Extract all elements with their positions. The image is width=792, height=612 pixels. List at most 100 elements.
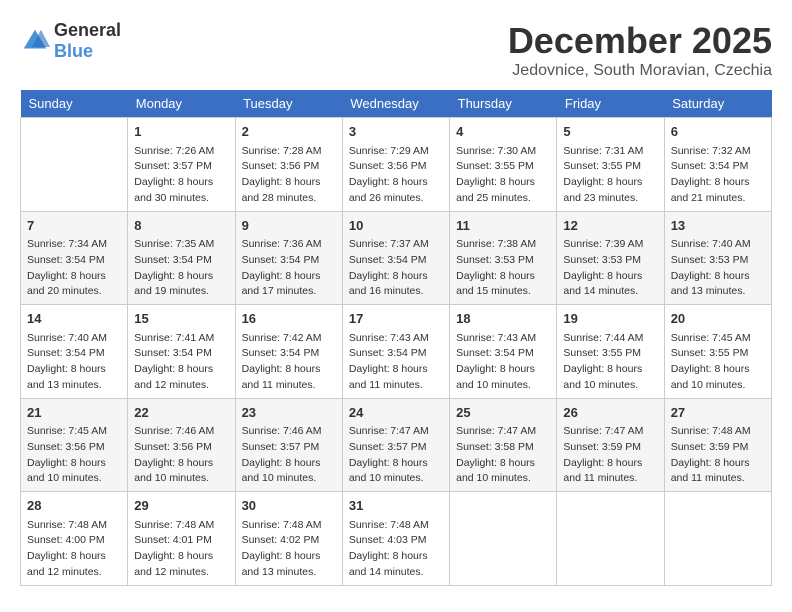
cell-content: Sunrise: 7:35 AM Sunset: 3:54 PM Dayligh… bbox=[134, 237, 228, 300]
cell-content: Sunrise: 7:38 AM Sunset: 3:53 PM Dayligh… bbox=[456, 237, 550, 300]
week-row-1: 1Sunrise: 7:26 AM Sunset: 3:57 PM Daylig… bbox=[21, 118, 772, 212]
cell-content: Sunrise: 7:46 AM Sunset: 3:56 PM Dayligh… bbox=[134, 424, 228, 487]
day-number: 20 bbox=[671, 309, 765, 329]
week-row-2: 7Sunrise: 7:34 AM Sunset: 3:54 PM Daylig… bbox=[21, 211, 772, 305]
weekday-header-saturday: Saturday bbox=[664, 90, 771, 118]
calendar-cell: 4Sunrise: 7:30 AM Sunset: 3:55 PM Daylig… bbox=[450, 118, 557, 212]
day-number: 19 bbox=[563, 309, 657, 329]
calendar-cell: 3Sunrise: 7:29 AM Sunset: 3:56 PM Daylig… bbox=[342, 118, 449, 212]
day-number: 30 bbox=[242, 496, 336, 516]
cell-content: Sunrise: 7:48 AM Sunset: 4:00 PM Dayligh… bbox=[27, 518, 121, 581]
weekday-header-row: SundayMondayTuesdayWednesdayThursdayFrid… bbox=[21, 90, 772, 118]
title-block: December 2025 Jedovnice, South Moravian,… bbox=[508, 20, 772, 80]
day-number: 8 bbox=[134, 216, 228, 236]
calendar-cell: 21Sunrise: 7:45 AM Sunset: 3:56 PM Dayli… bbox=[21, 398, 128, 492]
logo-text-blue: Blue bbox=[54, 41, 93, 61]
day-number: 23 bbox=[242, 403, 336, 423]
day-number: 26 bbox=[563, 403, 657, 423]
calendar-cell: 31Sunrise: 7:48 AM Sunset: 4:03 PM Dayli… bbox=[342, 492, 449, 586]
day-number: 22 bbox=[134, 403, 228, 423]
calendar-cell: 30Sunrise: 7:48 AM Sunset: 4:02 PM Dayli… bbox=[235, 492, 342, 586]
cell-content: Sunrise: 7:47 AM Sunset: 3:58 PM Dayligh… bbox=[456, 424, 550, 487]
cell-content: Sunrise: 7:45 AM Sunset: 3:55 PM Dayligh… bbox=[671, 331, 765, 394]
day-number: 2 bbox=[242, 122, 336, 142]
cell-content: Sunrise: 7:48 AM Sunset: 3:59 PM Dayligh… bbox=[671, 424, 765, 487]
calendar-cell: 10Sunrise: 7:37 AM Sunset: 3:54 PM Dayli… bbox=[342, 211, 449, 305]
calendar-cell: 29Sunrise: 7:48 AM Sunset: 4:01 PM Dayli… bbox=[128, 492, 235, 586]
cell-content: Sunrise: 7:44 AM Sunset: 3:55 PM Dayligh… bbox=[563, 331, 657, 394]
month-year: December 2025 bbox=[508, 20, 772, 62]
cell-content: Sunrise: 7:28 AM Sunset: 3:56 PM Dayligh… bbox=[242, 144, 336, 207]
weekday-header-monday: Monday bbox=[128, 90, 235, 118]
calendar-cell: 14Sunrise: 7:40 AM Sunset: 3:54 PM Dayli… bbox=[21, 305, 128, 399]
calendar-cell: 16Sunrise: 7:42 AM Sunset: 3:54 PM Dayli… bbox=[235, 305, 342, 399]
weekday-header-friday: Friday bbox=[557, 90, 664, 118]
day-number: 7 bbox=[27, 216, 121, 236]
cell-content: Sunrise: 7:26 AM Sunset: 3:57 PM Dayligh… bbox=[134, 144, 228, 207]
cell-content: Sunrise: 7:43 AM Sunset: 3:54 PM Dayligh… bbox=[349, 331, 443, 394]
page-header: General Blue December 2025 Jedovnice, So… bbox=[20, 20, 772, 80]
day-number: 18 bbox=[456, 309, 550, 329]
calendar-cell: 27Sunrise: 7:48 AM Sunset: 3:59 PM Dayli… bbox=[664, 398, 771, 492]
cell-content: Sunrise: 7:42 AM Sunset: 3:54 PM Dayligh… bbox=[242, 331, 336, 394]
day-number: 11 bbox=[456, 216, 550, 236]
cell-content: Sunrise: 7:29 AM Sunset: 3:56 PM Dayligh… bbox=[349, 144, 443, 207]
cell-content: Sunrise: 7:46 AM Sunset: 3:57 PM Dayligh… bbox=[242, 424, 336, 487]
cell-content: Sunrise: 7:34 AM Sunset: 3:54 PM Dayligh… bbox=[27, 237, 121, 300]
day-number: 24 bbox=[349, 403, 443, 423]
logo-text-general: General bbox=[54, 20, 121, 40]
cell-content: Sunrise: 7:39 AM Sunset: 3:53 PM Dayligh… bbox=[563, 237, 657, 300]
calendar-cell bbox=[664, 492, 771, 586]
logo-icon bbox=[20, 26, 50, 56]
day-number: 15 bbox=[134, 309, 228, 329]
day-number: 28 bbox=[27, 496, 121, 516]
day-number: 29 bbox=[134, 496, 228, 516]
cell-content: Sunrise: 7:37 AM Sunset: 3:54 PM Dayligh… bbox=[349, 237, 443, 300]
cell-content: Sunrise: 7:47 AM Sunset: 3:57 PM Dayligh… bbox=[349, 424, 443, 487]
calendar-cell bbox=[557, 492, 664, 586]
calendar-cell: 26Sunrise: 7:47 AM Sunset: 3:59 PM Dayli… bbox=[557, 398, 664, 492]
week-row-4: 21Sunrise: 7:45 AM Sunset: 3:56 PM Dayli… bbox=[21, 398, 772, 492]
day-number: 17 bbox=[349, 309, 443, 329]
calendar-cell: 6Sunrise: 7:32 AM Sunset: 3:54 PM Daylig… bbox=[664, 118, 771, 212]
day-number: 10 bbox=[349, 216, 443, 236]
calendar-cell: 18Sunrise: 7:43 AM Sunset: 3:54 PM Dayli… bbox=[450, 305, 557, 399]
calendar-cell: 1Sunrise: 7:26 AM Sunset: 3:57 PM Daylig… bbox=[128, 118, 235, 212]
cell-content: Sunrise: 7:43 AM Sunset: 3:54 PM Dayligh… bbox=[456, 331, 550, 394]
logo: General Blue bbox=[20, 20, 121, 62]
calendar-cell: 12Sunrise: 7:39 AM Sunset: 3:53 PM Dayli… bbox=[557, 211, 664, 305]
calendar-cell: 9Sunrise: 7:36 AM Sunset: 3:54 PM Daylig… bbox=[235, 211, 342, 305]
calendar-cell: 7Sunrise: 7:34 AM Sunset: 3:54 PM Daylig… bbox=[21, 211, 128, 305]
cell-content: Sunrise: 7:30 AM Sunset: 3:55 PM Dayligh… bbox=[456, 144, 550, 207]
weekday-header-tuesday: Tuesday bbox=[235, 90, 342, 118]
cell-content: Sunrise: 7:31 AM Sunset: 3:55 PM Dayligh… bbox=[563, 144, 657, 207]
calendar-cell: 22Sunrise: 7:46 AM Sunset: 3:56 PM Dayli… bbox=[128, 398, 235, 492]
calendar-cell: 17Sunrise: 7:43 AM Sunset: 3:54 PM Dayli… bbox=[342, 305, 449, 399]
weekday-header-sunday: Sunday bbox=[21, 90, 128, 118]
calendar-cell: 11Sunrise: 7:38 AM Sunset: 3:53 PM Dayli… bbox=[450, 211, 557, 305]
week-row-5: 28Sunrise: 7:48 AM Sunset: 4:00 PM Dayli… bbox=[21, 492, 772, 586]
cell-content: Sunrise: 7:45 AM Sunset: 3:56 PM Dayligh… bbox=[27, 424, 121, 487]
day-number: 21 bbox=[27, 403, 121, 423]
calendar-cell: 25Sunrise: 7:47 AM Sunset: 3:58 PM Dayli… bbox=[450, 398, 557, 492]
calendar-cell: 15Sunrise: 7:41 AM Sunset: 3:54 PM Dayli… bbox=[128, 305, 235, 399]
day-number: 13 bbox=[671, 216, 765, 236]
cell-content: Sunrise: 7:48 AM Sunset: 4:02 PM Dayligh… bbox=[242, 518, 336, 581]
day-number: 6 bbox=[671, 122, 765, 142]
day-number: 3 bbox=[349, 122, 443, 142]
day-number: 14 bbox=[27, 309, 121, 329]
cell-content: Sunrise: 7:40 AM Sunset: 3:53 PM Dayligh… bbox=[671, 237, 765, 300]
calendar-cell: 20Sunrise: 7:45 AM Sunset: 3:55 PM Dayli… bbox=[664, 305, 771, 399]
calendar-cell: 8Sunrise: 7:35 AM Sunset: 3:54 PM Daylig… bbox=[128, 211, 235, 305]
day-number: 1 bbox=[134, 122, 228, 142]
calendar-cell bbox=[21, 118, 128, 212]
week-row-3: 14Sunrise: 7:40 AM Sunset: 3:54 PM Dayli… bbox=[21, 305, 772, 399]
day-number: 9 bbox=[242, 216, 336, 236]
cell-content: Sunrise: 7:32 AM Sunset: 3:54 PM Dayligh… bbox=[671, 144, 765, 207]
calendar-cell bbox=[450, 492, 557, 586]
calendar-cell: 28Sunrise: 7:48 AM Sunset: 4:00 PM Dayli… bbox=[21, 492, 128, 586]
cell-content: Sunrise: 7:41 AM Sunset: 3:54 PM Dayligh… bbox=[134, 331, 228, 394]
calendar-cell: 19Sunrise: 7:44 AM Sunset: 3:55 PM Dayli… bbox=[557, 305, 664, 399]
day-number: 16 bbox=[242, 309, 336, 329]
cell-content: Sunrise: 7:40 AM Sunset: 3:54 PM Dayligh… bbox=[27, 331, 121, 394]
